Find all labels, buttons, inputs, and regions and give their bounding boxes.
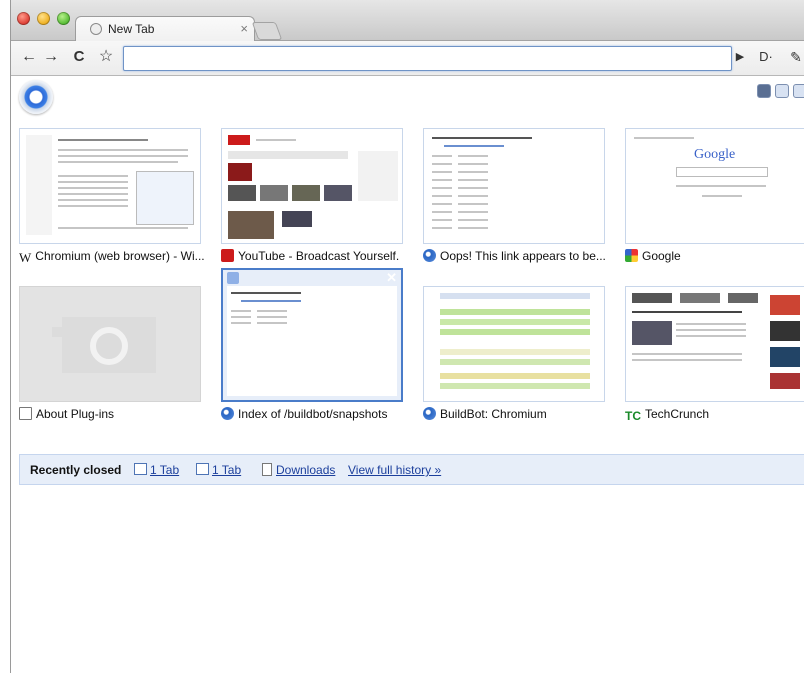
zoom-window-button[interactable] [57, 12, 70, 25]
remove-thumbnail-icon[interactable]: ✕ [386, 270, 397, 286]
forward-button[interactable]: → [43, 47, 59, 67]
thumbnail-preview [26, 135, 194, 237]
thumbnail-preview [228, 135, 398, 239]
page-icon [19, 407, 32, 420]
thumbnail-techcrunch[interactable] [625, 286, 804, 402]
thumbnail-title[interactable]: Oops! This link appears to be... [423, 249, 606, 263]
thumbnail-title[interactable]: YouTube - Broadcast Yourself. [221, 249, 399, 263]
globe-icon [221, 407, 234, 420]
thumbnail-title[interactable]: BuildBot: Chromium [423, 407, 547, 421]
thumbnail-preview [430, 293, 598, 395]
browser-window: New Tab × ← → C ☆ ▶ D· ✎ W Chromium (web… [10, 0, 804, 673]
pin-icon[interactable] [227, 272, 239, 284]
globe-icon [423, 407, 436, 420]
omnibox-input[interactable] [123, 46, 732, 71]
thumbnail-preview [632, 293, 800, 395]
list-view-icon[interactable] [775, 84, 789, 98]
recently-closed-bar: Recently closed 1 Tab 1 Tab Downloads Vi… [19, 454, 804, 485]
thumbnail-google[interactable]: Google [625, 128, 804, 244]
page-icon [262, 463, 272, 476]
options-menu-icon[interactable] [793, 84, 804, 98]
thumbnail-title[interactable]: Index of /buildbot/snapshots [221, 407, 387, 421]
globe-icon [423, 249, 436, 262]
new-tab-page: W Chromium (web browser) - Wi... YouTube … [11, 76, 804, 673]
thumbnail-preview: Google [632, 135, 800, 237]
page-menu-button[interactable]: D· [755, 47, 777, 67]
thumbnail-buildbot-snapshots[interactable]: ✕ [221, 268, 403, 402]
thumbnail-oops-link[interactable] [423, 128, 605, 244]
view-full-history-link[interactable]: View full history » [348, 463, 441, 477]
wrench-menu-button[interactable]: ✎ [787, 47, 804, 67]
tab-new-tab[interactable]: New Tab × [75, 16, 255, 43]
thumbnail-about-plugins[interactable] [19, 286, 201, 402]
wikipedia-icon: W [19, 250, 32, 265]
thumbnail-preview [430, 135, 598, 237]
thumbnail-title[interactable]: Google [625, 249, 681, 263]
back-button[interactable]: ← [21, 47, 37, 67]
thumbnail-preview [227, 286, 397, 396]
thumbnail-title[interactable]: TC TechCrunch [625, 407, 709, 423]
techcrunch-icon: TC [625, 409, 641, 423]
google-icon [625, 249, 638, 262]
recently-closed-item[interactable]: 1 Tab [212, 463, 241, 477]
new-tab-button[interactable] [251, 22, 283, 40]
thumbnail-buildbot-chromium[interactable] [423, 286, 605, 402]
title-bar: New Tab × [11, 0, 804, 43]
youtube-icon [221, 249, 234, 262]
chromium-logo [19, 80, 53, 114]
tab-window-icon [196, 463, 209, 475]
reload-button[interactable]: C [71, 47, 87, 67]
close-window-button[interactable] [17, 12, 30, 25]
thumbnail-youtube[interactable] [221, 128, 403, 244]
tab-title: New Tab [108, 22, 155, 36]
recently-closed-item[interactable]: 1 Tab [150, 463, 179, 477]
recently-closed-title: Recently closed [30, 463, 122, 477]
toolbar: ← → C ☆ ▶ D· ✎ [11, 41, 804, 76]
thumbnail-chromium-wikipedia[interactable] [19, 128, 201, 244]
go-button[interactable]: ▶ [733, 47, 747, 67]
thumbnail-title[interactable]: About Plug-ins [19, 407, 114, 421]
tab-close-icon[interactable]: × [240, 21, 248, 36]
page-globe-icon [90, 23, 102, 35]
bookmark-star-button[interactable]: ☆ [97, 47, 115, 67]
thumbnail-title[interactable]: W Chromium (web browser) - Wi... [19, 249, 205, 265]
thumbnail-view-icon[interactable] [757, 84, 771, 98]
recently-closed-item[interactable]: Downloads [276, 463, 335, 477]
camera-placeholder-icon [52, 317, 156, 373]
tab-window-icon [134, 463, 147, 475]
minimize-window-button[interactable] [37, 12, 50, 25]
